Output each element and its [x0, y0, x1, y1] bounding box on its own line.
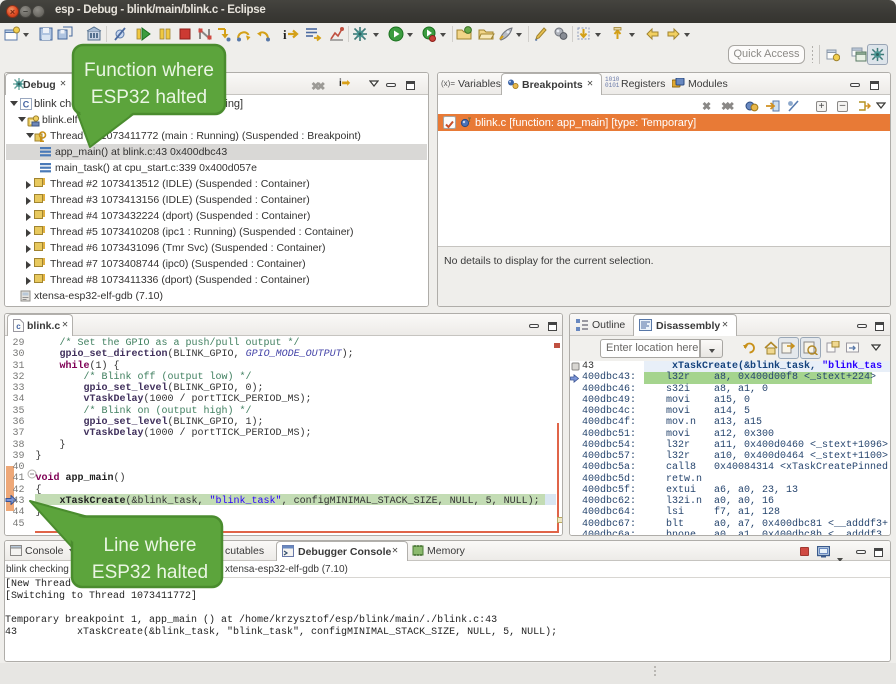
svg-text:ESP32 halted: ESP32 halted	[91, 87, 207, 108]
svg-text:ESP32 halted: ESP32 halted	[92, 562, 208, 583]
svg-text:Function where: Function where	[84, 60, 214, 81]
svg-text:Line where: Line where	[104, 535, 197, 556]
